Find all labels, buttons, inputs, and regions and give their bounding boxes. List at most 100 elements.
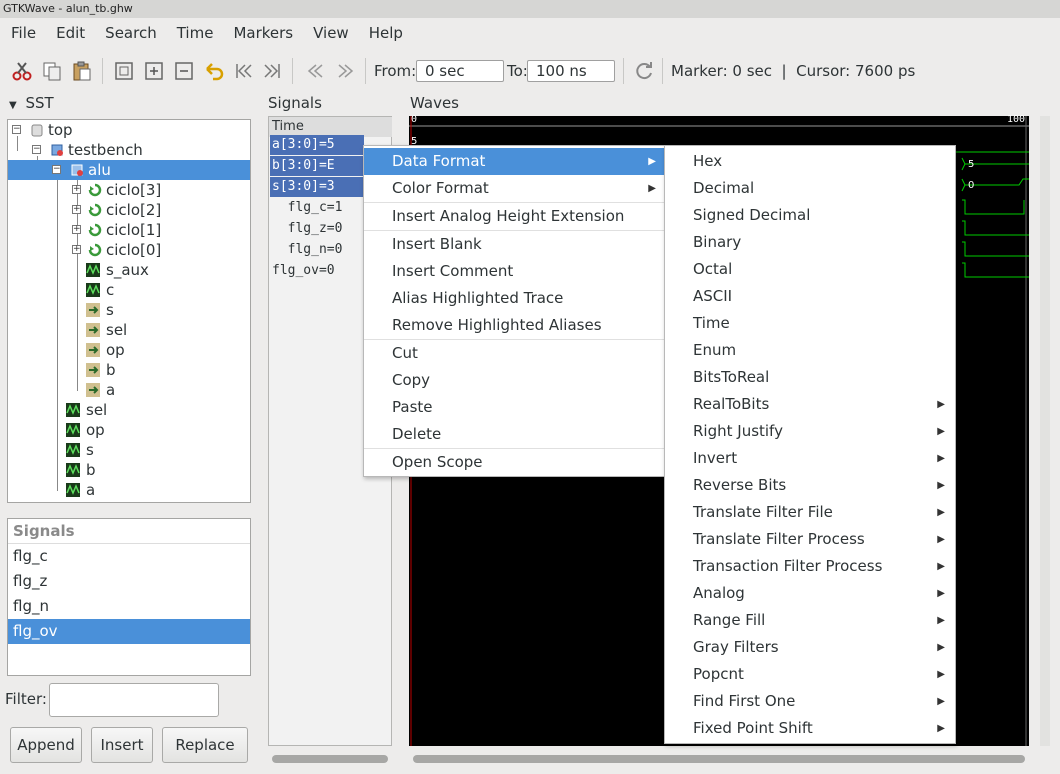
menu-view[interactable]: View	[302, 24, 358, 42]
sst-tree: − top − testbench − alu + ciclo[3] + cic…	[7, 119, 251, 503]
submenu-item-decimal[interactable]: Decimal	[665, 175, 955, 202]
signal-row-a[interactable]: a[3:0]=5	[270, 135, 364, 155]
wave-value-label: 5	[968, 159, 975, 170]
signals-scrollbar[interactable]	[272, 755, 388, 763]
list-item[interactable]: flg_ov	[8, 619, 250, 644]
ruler-start-label: 0	[411, 114, 418, 125]
submenu-item-transaction-filter-process[interactable]: Transaction Filter Process ▶	[665, 553, 955, 580]
signal-row-flg-z[interactable]: flg_z=0	[270, 219, 343, 239]
zoom-out-icon[interactable]	[172, 59, 196, 83]
menu-item-insert-comment[interactable]: Insert Comment	[364, 258, 664, 285]
signal-row-flg-c[interactable]: flg_c=1	[270, 198, 343, 218]
list-item[interactable]: flg_n	[8, 594, 250, 619]
append-button[interactable]: Append	[10, 727, 82, 763]
submenu-item-binary[interactable]: Binary	[665, 229, 955, 256]
list-item[interactable]: flg_c	[8, 544, 250, 569]
cut-icon[interactable]	[10, 59, 34, 83]
waves-scrollbar[interactable]	[413, 755, 1025, 763]
submenu-item-octal[interactable]: Octal	[665, 256, 955, 283]
marker-cursor-readout: Marker: 0 sec | Cursor: 7600 ps	[671, 62, 916, 80]
submenu-item-reverse-bits[interactable]: Reverse Bits ▶	[665, 472, 955, 499]
zoom-in-icon[interactable]	[142, 59, 166, 83]
sst-title[interactable]: ▼ SST	[9, 94, 54, 112]
submenu-item-range-fill[interactable]: Range Fill ▶	[665, 607, 955, 634]
menubar: File Edit Search Time Markers View Help	[0, 18, 1060, 48]
submenu-item-realtobits[interactable]: RealToBits ▶	[665, 391, 955, 418]
module-icon	[31, 124, 43, 137]
signal-icon	[66, 463, 80, 477]
jump-start-icon[interactable]	[232, 59, 256, 83]
submenu-item-right-justify[interactable]: Right Justify ▶	[665, 418, 955, 445]
replace-button[interactable]: Replace	[162, 727, 248, 763]
submenu-item-fixed-point-shift[interactable]: Fixed Point Shift ▶	[665, 715, 955, 742]
submenu-arrow-icon: ▶	[937, 507, 945, 518]
submenu-item-analog[interactable]: Analog ▶	[665, 580, 955, 607]
insert-button[interactable]: Insert	[91, 727, 153, 763]
next-edge-icon[interactable]	[334, 59, 358, 83]
submenu-arrow-icon: ▶	[937, 561, 945, 572]
signal-row-flg-n[interactable]: flg_n=0	[270, 240, 343, 260]
submenu-item-translate-filter-file[interactable]: Translate Filter File ▶	[665, 499, 955, 526]
menu-item-insert-blank[interactable]: Insert Blank	[364, 231, 664, 258]
submenu-item-signed-decimal[interactable]: Signed Decimal	[665, 202, 955, 229]
menu-item-remove-highlighted-aliases[interactable]: Remove Highlighted Aliases	[364, 312, 664, 339]
menu-item-open-scope[interactable]: Open Scope	[364, 449, 664, 476]
menu-item-cut[interactable]: Cut	[364, 340, 664, 367]
filter-input[interactable]	[49, 683, 219, 717]
module-icon	[71, 164, 83, 176]
waves-vscroll-track[interactable]	[1040, 116, 1050, 746]
submenu-arrow-icon: ▶	[937, 480, 945, 491]
submenu-arrow-icon: ▶	[937, 696, 945, 707]
signal-row-b[interactable]: b[3:0]=E	[270, 156, 364, 176]
submenu-item-gray-filters[interactable]: Gray Filters ▶	[665, 634, 955, 661]
zoom-fit-icon[interactable]	[112, 59, 136, 83]
filter-label: Filter:	[5, 690, 47, 708]
list-item[interactable]: flg_z	[8, 569, 250, 594]
menu-edit[interactable]: Edit	[45, 24, 94, 42]
menu-item-insert-analog-height-extension[interactable]: Insert Analog Height Extension	[364, 203, 664, 230]
undo-icon[interactable]	[202, 59, 226, 83]
signal-row-flg-ov[interactable]: flg_ov=0	[270, 261, 335, 281]
menu-item-delete[interactable]: Delete	[364, 421, 664, 448]
signal-icon	[86, 263, 100, 277]
menu-help[interactable]: Help	[358, 24, 412, 42]
submenu-arrow-icon: ▶	[937, 588, 945, 599]
menu-item-paste[interactable]: Paste	[364, 394, 664, 421]
signal-icon	[66, 403, 80, 417]
process-icon	[88, 243, 102, 257]
window-title: GTKWave - alun_tb.ghw	[0, 0, 1060, 18]
menu-item-copy[interactable]: Copy	[364, 367, 664, 394]
tree-item-top[interactable]: − top	[12, 120, 250, 140]
tree-item-alu[interactable]: − alu	[8, 160, 250, 180]
submenu-item-enum[interactable]: Enum	[665, 337, 955, 364]
context-menu: Data Format ▶ Color Format ▶ Insert Analog…	[363, 145, 665, 477]
to-input[interactable]: 100 ns	[527, 60, 615, 82]
submenu-item-ascii[interactable]: ASCII	[665, 283, 955, 310]
from-input[interactable]: 0 sec	[416, 60, 504, 82]
data-format-submenu: Hex Decimal Signed Decimal Binary Octal …	[664, 145, 956, 744]
jump-end-icon[interactable]	[260, 59, 284, 83]
submenu-item-popcnt[interactable]: Popcnt ▶	[665, 661, 955, 688]
menu-markers[interactable]: Markers	[222, 24, 302, 42]
menu-item-data-format[interactable]: Data Format ▶	[364, 148, 664, 175]
menu-time[interactable]: Time	[166, 24, 223, 42]
tree-item-testbench[interactable]: − testbench	[32, 140, 250, 160]
submenu-item-find-first-one[interactable]: Find First One ▶	[665, 688, 955, 715]
menu-file[interactable]: File	[0, 24, 45, 42]
submenu-item-bitstoreal[interactable]: BitsToReal	[665, 364, 955, 391]
signal-row-s[interactable]: s[3:0]=3	[270, 177, 364, 197]
submenu-item-hex[interactable]: Hex	[665, 148, 955, 175]
submenu-arrow-icon: ▶	[648, 156, 656, 167]
prev-edge-icon[interactable]	[303, 59, 327, 83]
submenu-item-translate-filter-process[interactable]: Translate Filter Process ▶	[665, 526, 955, 553]
submenu-arrow-icon: ▶	[937, 453, 945, 464]
menu-search[interactable]: Search	[94, 24, 166, 42]
copy-icon[interactable]	[40, 59, 64, 83]
paste-icon[interactable]	[70, 59, 94, 83]
submenu-item-invert[interactable]: Invert ▶	[665, 445, 955, 472]
process-icon	[88, 223, 102, 237]
reload-icon[interactable]	[632, 59, 656, 83]
menu-item-alias-highlighted-trace[interactable]: Alias Highlighted Trace	[364, 285, 664, 312]
submenu-item-time[interactable]: Time	[665, 310, 955, 337]
menu-item-color-format[interactable]: Color Format ▶	[364, 175, 664, 202]
